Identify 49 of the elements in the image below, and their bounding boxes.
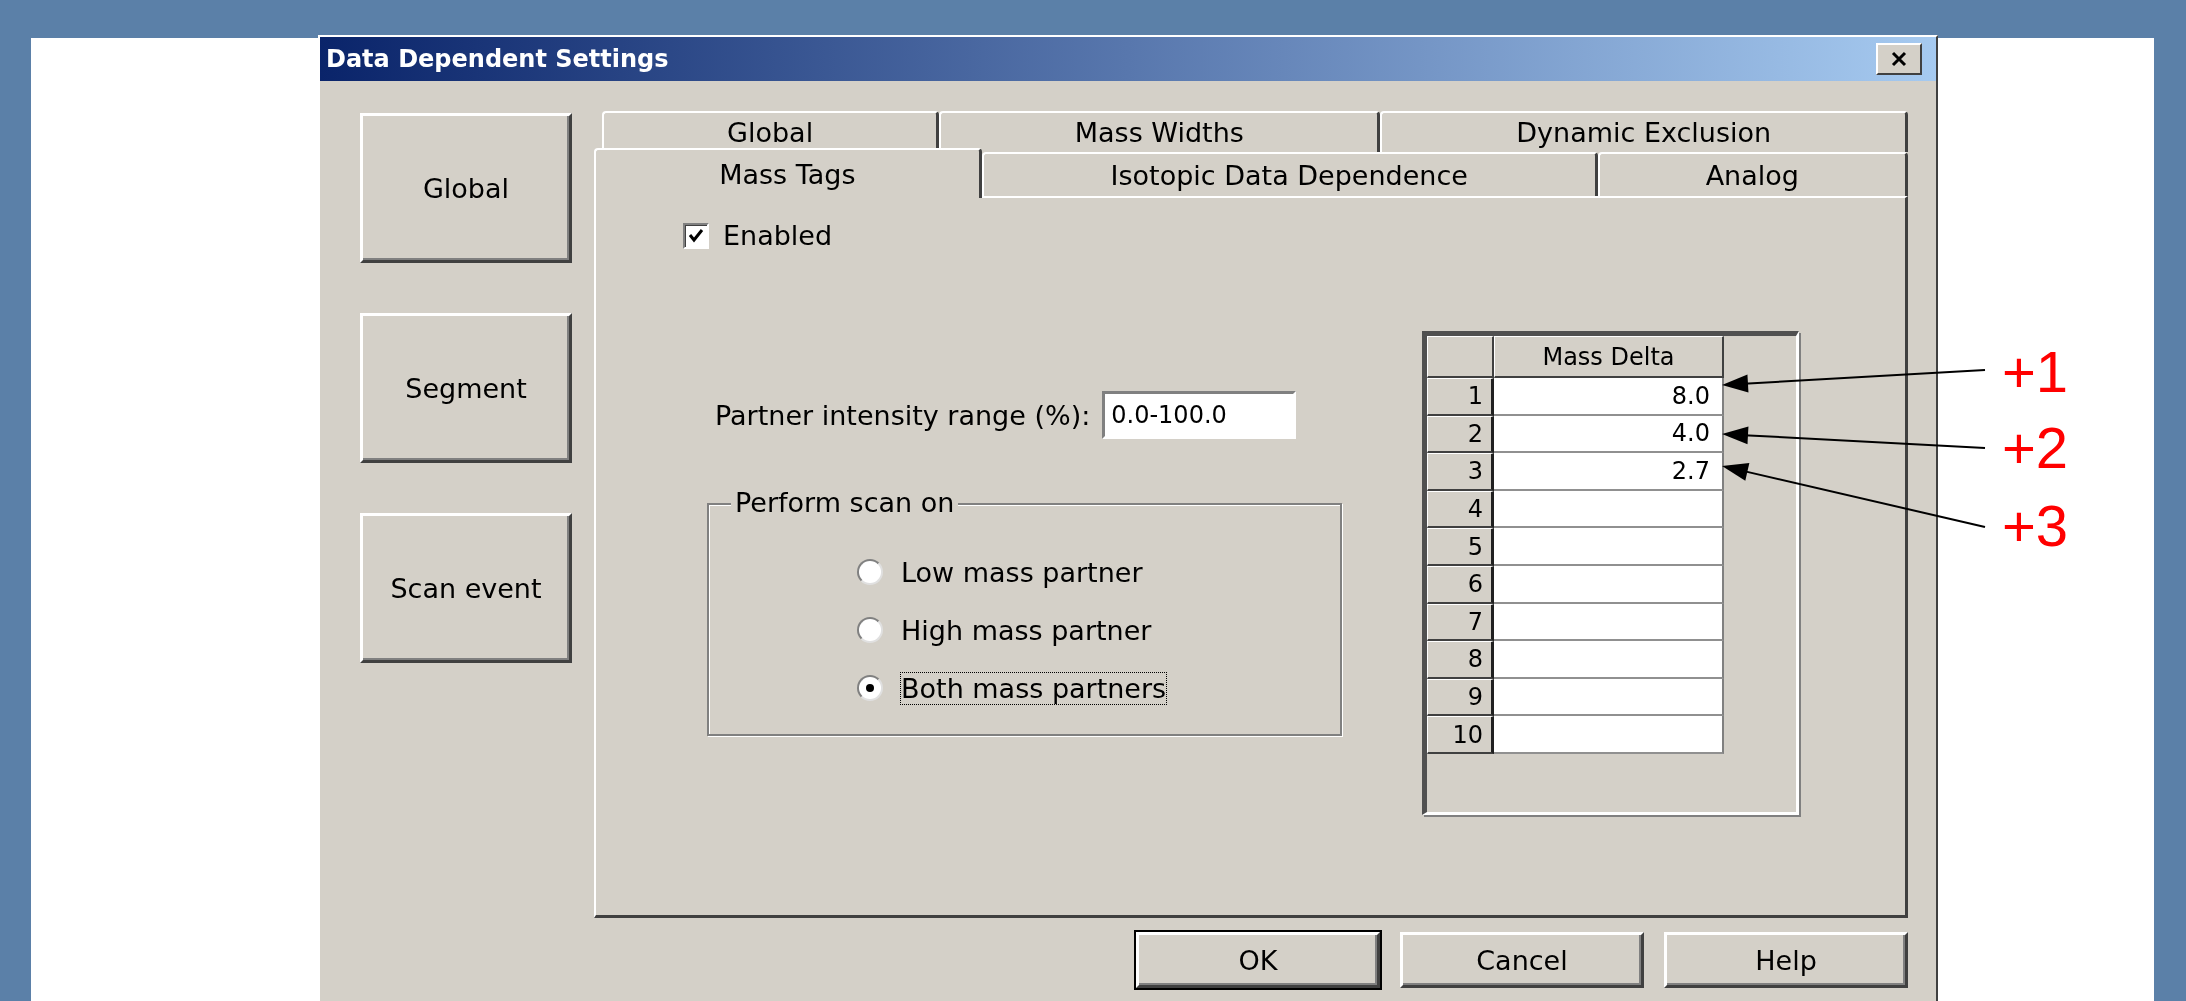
column-header: Mass Delta bbox=[1494, 336, 1724, 378]
row-number: 3 bbox=[1427, 453, 1494, 491]
row-number: 8 bbox=[1427, 641, 1494, 679]
table-cell[interactable]: 8.0 bbox=[1494, 378, 1724, 416]
row-number: 7 bbox=[1427, 603, 1494, 642]
side-button[interactable]: Global bbox=[360, 113, 572, 263]
table-cell[interactable] bbox=[1494, 641, 1724, 679]
checkbox-label: Enabled bbox=[723, 220, 833, 251]
tab[interactable]: Analog bbox=[1597, 152, 1908, 196]
row-number: 9 bbox=[1427, 678, 1494, 717]
tab[interactable]: Mass Tags bbox=[594, 148, 982, 198]
side-button[interactable]: Segment bbox=[360, 313, 572, 463]
row-number: 6 bbox=[1427, 565, 1494, 604]
row-number: 1 bbox=[1427, 378, 1494, 416]
input-field[interactable]: 0.0-100.0 bbox=[1102, 391, 1297, 439]
table-cell[interactable] bbox=[1494, 490, 1724, 529]
header-corner bbox=[1427, 336, 1494, 378]
dialog-button[interactable]: OK bbox=[1136, 932, 1380, 988]
close-button[interactable] bbox=[1876, 43, 1922, 75]
annotation-label: +3 bbox=[2002, 494, 2069, 558]
field-label: Partner intensity range (%): bbox=[715, 399, 1091, 431]
table-cell[interactable] bbox=[1494, 603, 1724, 642]
annotation-label: +2 bbox=[2002, 416, 2069, 480]
row-number: 4 bbox=[1427, 490, 1494, 529]
radio-label: High mass partner bbox=[901, 614, 1152, 646]
table-cell[interactable] bbox=[1494, 528, 1724, 566]
tab[interactable]: Dynamic Exclusion bbox=[1380, 111, 1908, 152]
table-cell[interactable] bbox=[1494, 565, 1724, 604]
side-button[interactable]: Scan event bbox=[360, 513, 572, 663]
radio-button[interactable] bbox=[857, 617, 883, 643]
radio-label: Both mass partners bbox=[901, 672, 1167, 704]
radio-button[interactable] bbox=[857, 675, 883, 701]
table-cell[interactable] bbox=[1494, 716, 1724, 754]
table-cell[interactable]: 2.7 bbox=[1494, 453, 1724, 491]
tab[interactable]: Isotopic Data Dependence bbox=[981, 152, 1598, 196]
dialog-button[interactable]: Cancel bbox=[1400, 932, 1644, 988]
tab[interactable]: Mass Widths bbox=[939, 111, 1381, 152]
annotation-label: +1 bbox=[2002, 340, 2069, 404]
dialog-button[interactable]: Help bbox=[1664, 932, 1908, 988]
radio-button[interactable] bbox=[857, 559, 883, 585]
window-title: Data Dependent Settings bbox=[326, 45, 669, 73]
row-number: 5 bbox=[1427, 528, 1494, 566]
table-cell[interactable] bbox=[1494, 678, 1724, 717]
radio-label: Low mass partner bbox=[901, 556, 1143, 588]
check-icon bbox=[687, 226, 705, 245]
checkbox[interactable] bbox=[683, 222, 709, 249]
row-number: 10 bbox=[1427, 716, 1494, 754]
row-number: 2 bbox=[1427, 415, 1494, 454]
table-cell[interactable]: 4.0 bbox=[1494, 415, 1724, 454]
